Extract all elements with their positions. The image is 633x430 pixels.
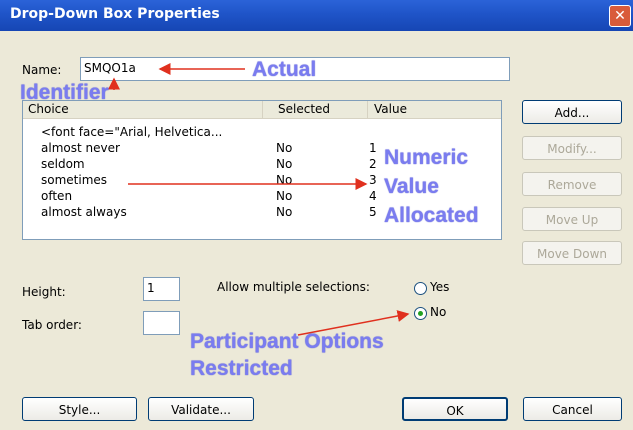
height-value: 1 bbox=[147, 281, 155, 295]
column-header-selected[interactable]: Selected bbox=[263, 101, 368, 118]
radio-yes[interactable] bbox=[414, 282, 427, 295]
tab-order-label: Tab order: bbox=[22, 318, 82, 332]
selected-text: No bbox=[276, 157, 293, 171]
column-header-value[interactable]: Value bbox=[368, 101, 501, 118]
annotation-allocated: Allocated bbox=[384, 204, 479, 227]
title-bar: Drop-Down Box Properties ✕ bbox=[0, 0, 633, 31]
remove-button[interactable]: Remove bbox=[522, 172, 622, 196]
dialog-window: Drop-Down Box Properties ✕ Name: SMQO1a … bbox=[0, 0, 633, 430]
choice-text: almost always bbox=[41, 205, 127, 219]
name-value: SMQO1a bbox=[84, 61, 136, 75]
height-input[interactable]: 1 bbox=[143, 277, 180, 301]
selected-text: No bbox=[276, 173, 293, 187]
value-text: 5 bbox=[369, 205, 377, 219]
list-item[interactable]: <font face="Arial, Helvetica... bbox=[23, 124, 501, 140]
validate-button[interactable]: Validate... bbox=[148, 397, 254, 421]
radio-selected-dot bbox=[418, 311, 423, 316]
choice-text: sometimes bbox=[41, 173, 108, 187]
name-label: Name: bbox=[22, 63, 62, 77]
window-title: Drop-Down Box Properties bbox=[10, 6, 220, 22]
value-text: 4 bbox=[369, 189, 377, 203]
move-up-button[interactable]: Move Up bbox=[522, 207, 622, 231]
move-down-button[interactable]: Move Down bbox=[522, 241, 622, 265]
choice-text: <font face="Arial, Helvetica... bbox=[41, 125, 223, 139]
annotation-participant-options: Participant Options bbox=[190, 330, 384, 353]
choice-text: often bbox=[41, 189, 73, 203]
value-text: 3 bbox=[369, 173, 377, 187]
annotation-identifier: Identifier bbox=[20, 81, 109, 104]
add-button[interactable]: Add... bbox=[522, 100, 622, 124]
tab-order-input[interactable] bbox=[143, 311, 180, 335]
cancel-button[interactable]: Cancel bbox=[523, 397, 622, 421]
annotation-numeric: Numeric bbox=[384, 146, 469, 169]
annotation-actual: Actual bbox=[252, 58, 317, 81]
value-text: 1 bbox=[369, 141, 377, 155]
style-button[interactable]: Style... bbox=[22, 397, 137, 421]
value-text: 2 bbox=[369, 157, 377, 171]
radio-no[interactable] bbox=[414, 307, 427, 320]
multiple-selections-label: Allow multiple selections: bbox=[217, 280, 370, 294]
ok-button[interactable]: OK bbox=[402, 397, 508, 421]
selected-text: No bbox=[276, 205, 293, 219]
radio-yes-label: Yes bbox=[430, 280, 450, 294]
close-icon[interactable]: ✕ bbox=[609, 5, 631, 27]
height-label: Height: bbox=[22, 285, 66, 299]
selected-text: No bbox=[276, 141, 293, 155]
choice-text: almost never bbox=[41, 141, 120, 155]
modify-button[interactable]: Modify... bbox=[522, 136, 622, 160]
radio-no-label: No bbox=[430, 305, 447, 319]
selected-text: No bbox=[276, 189, 293, 203]
annotation-value: Value bbox=[384, 175, 439, 198]
annotation-restricted: Restricted bbox=[190, 357, 293, 380]
choice-text: seldom bbox=[41, 157, 85, 171]
